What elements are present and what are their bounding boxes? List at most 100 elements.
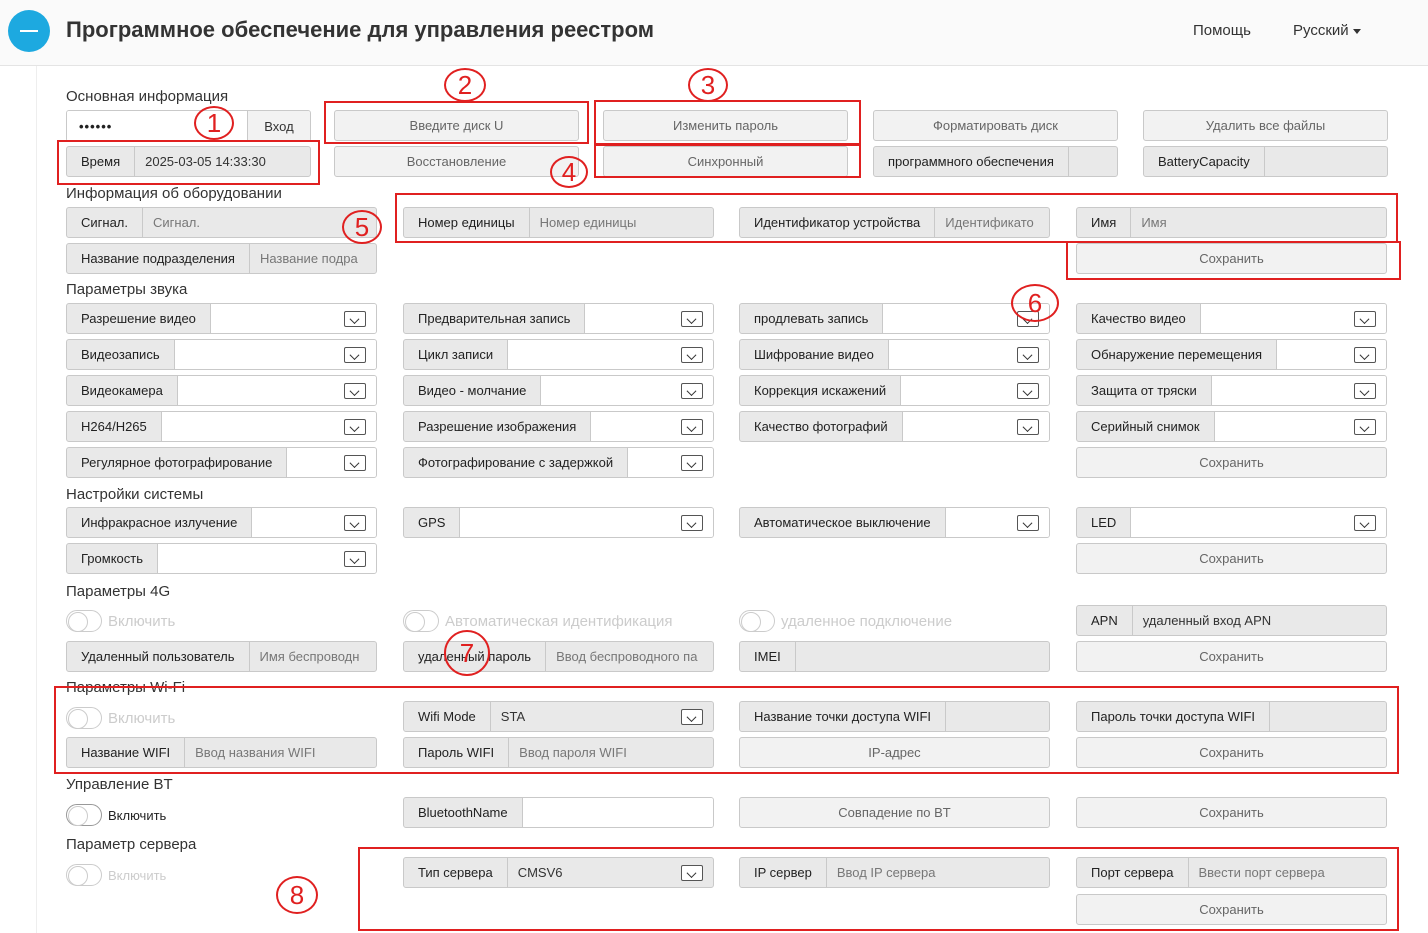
bt-enable-toggle[interactable]: Включить: [66, 803, 166, 827]
shake-select[interactable]: Защита от тряски: [1076, 375, 1387, 406]
chevron-down-icon[interactable]: [681, 383, 703, 399]
video-resolution-select[interactable]: Разрешение видео: [66, 303, 377, 334]
video-encryption-select[interactable]: Шифрование видео: [739, 339, 1050, 370]
wifi-enable-toggle[interactable]: Включить: [66, 706, 175, 730]
chevron-down-icon[interactable]: [681, 709, 703, 725]
ap-name-input[interactable]: [946, 702, 1049, 731]
chevron-down-icon[interactable]: [1017, 419, 1039, 435]
chevron-down-icon[interactable]: [1354, 311, 1376, 327]
change-password-button[interactable]: Изменить пароль: [603, 110, 848, 141]
server-enable-toggle[interactable]: Включить: [66, 863, 166, 887]
video-resolution-value[interactable]: [210, 304, 376, 333]
audio-save-button[interactable]: Сохранить: [1076, 447, 1387, 478]
auto-off-select[interactable]: Автоматическое выключение: [739, 507, 1050, 538]
gps-value[interactable]: [460, 508, 713, 537]
ip-address-button[interactable]: IP-адрес: [739, 737, 1050, 768]
wifi-save-button[interactable]: Сохранить: [1076, 737, 1387, 768]
remote-user-input[interactable]: Имя беспроводн: [250, 642, 376, 671]
4g-save-button[interactable]: Сохранить: [1076, 641, 1387, 672]
camera-select[interactable]: Видеокамера: [66, 375, 377, 406]
format-disk-button[interactable]: Форматировать диск: [873, 110, 1118, 141]
bt-save-button[interactable]: Сохранить: [1076, 797, 1387, 828]
pre-record-value[interactable]: [585, 304, 713, 333]
chevron-down-icon[interactable]: [344, 551, 366, 567]
motion-detect-select[interactable]: Обнаружение перемещения: [1076, 339, 1387, 370]
signal-input[interactable]: Сигнал.: [143, 208, 376, 237]
shake-value[interactable]: [1211, 376, 1386, 405]
language-dropdown[interactable]: Русский: [1293, 22, 1361, 39]
toggle-switch-icon[interactable]: [66, 707, 102, 729]
image-resolution-value[interactable]: [591, 412, 713, 441]
extend-record-select[interactable]: продлевать запись: [739, 303, 1050, 334]
led-select[interactable]: LED: [1076, 507, 1387, 538]
burst-value[interactable]: [1214, 412, 1386, 441]
photo-quality-value[interactable]: [902, 412, 1049, 441]
image-resolution-select[interactable]: Разрешение изображения: [403, 411, 714, 442]
unit-number-input[interactable]: Номер единицы: [530, 208, 713, 237]
chevron-down-icon[interactable]: [1354, 347, 1376, 363]
chevron-down-icon[interactable]: [681, 419, 703, 435]
system-save-button[interactable]: Сохранить: [1076, 543, 1387, 574]
video-record-select[interactable]: Видеозапись: [66, 339, 377, 370]
chevron-down-icon[interactable]: [1354, 515, 1376, 531]
infrared-select[interactable]: Инфракрасное излучение: [66, 507, 377, 538]
volume-value[interactable]: [158, 544, 376, 573]
server-ip-input[interactable]: Ввод IP сервера: [827, 858, 1049, 887]
record-cycle-select[interactable]: Цикл записи: [403, 339, 714, 370]
wifi-name-input[interactable]: Ввод названия WIFI: [185, 738, 376, 767]
division-input[interactable]: Название подра: [250, 244, 376, 273]
login-button[interactable]: Вход: [247, 111, 310, 141]
chevron-down-icon[interactable]: [344, 383, 366, 399]
bt-match-button[interactable]: Совпадение по BT: [739, 797, 1050, 828]
toggle-switch-icon[interactable]: [66, 804, 102, 826]
remote-password-input[interactable]: Ввод беспроводного па: [546, 642, 713, 671]
video-silent-select[interactable]: Видео - молчание: [403, 375, 714, 406]
pre-record-select[interactable]: Предварительная запись: [403, 303, 714, 334]
restore-button[interactable]: Восстановление: [334, 146, 579, 177]
ap-password-input[interactable]: [1270, 702, 1386, 731]
toggle-switch-icon[interactable]: [403, 610, 439, 632]
chevron-down-icon[interactable]: [681, 311, 703, 327]
led-value[interactable]: [1131, 508, 1386, 537]
gps-select[interactable]: GPS: [403, 507, 714, 538]
menu-toggle-icon[interactable]: [8, 10, 50, 52]
distortion-select[interactable]: Коррекция искажений: [739, 375, 1050, 406]
record-cycle-value[interactable]: [508, 340, 713, 369]
chevron-down-icon[interactable]: [1017, 383, 1039, 399]
delete-all-button[interactable]: Удалить все файлы: [1143, 110, 1388, 141]
chevron-down-icon[interactable]: [681, 347, 703, 363]
device-id-input[interactable]: Идентификато: [935, 208, 1049, 237]
toggle-switch-icon[interactable]: [66, 610, 102, 632]
chevron-down-icon[interactable]: [1354, 419, 1376, 435]
wifi-password-input[interactable]: Ввод пароля WIFI: [509, 738, 713, 767]
chevron-down-icon[interactable]: [344, 419, 366, 435]
chevron-down-icon[interactable]: [344, 455, 366, 471]
chevron-down-icon[interactable]: [1017, 347, 1039, 363]
delay-photo-select[interactable]: Фотографирование с задержкой: [403, 447, 714, 478]
server-save-button[interactable]: Сохранить: [1076, 894, 1387, 925]
server-type-value[interactable]: CMSV6: [508, 858, 713, 887]
photo-quality-select[interactable]: Качество фотографий: [739, 411, 1050, 442]
regular-photo-select[interactable]: Регулярное фотографирование: [66, 447, 377, 478]
server-type-select[interactable]: Тип сервера CMSV6: [403, 857, 714, 888]
equipment-save-button[interactable]: Сохранить: [1076, 243, 1387, 274]
video-silent-value[interactable]: [541, 376, 713, 405]
enter-disk-button[interactable]: Введите диск U: [334, 110, 579, 141]
chevron-down-icon[interactable]: [681, 865, 703, 881]
wifi-mode-select[interactable]: Wifi Mode STA: [403, 701, 714, 732]
chevron-down-icon[interactable]: [344, 311, 366, 327]
help-link[interactable]: Помощь: [1193, 22, 1251, 39]
bt-name-input[interactable]: [522, 798, 713, 827]
delay-photo-value[interactable]: [628, 448, 713, 477]
auto-id-toggle[interactable]: Автоматическая идентификация: [403, 609, 673, 633]
codec-value[interactable]: [161, 412, 376, 441]
chevron-down-icon[interactable]: [1017, 515, 1039, 531]
toggle-switch-icon[interactable]: [739, 610, 775, 632]
remote-connect-toggle[interactable]: удаленное подключение: [739, 609, 952, 633]
name-input[interactable]: Имя: [1131, 208, 1386, 237]
infrared-value[interactable]: [252, 508, 376, 537]
auto-off-value[interactable]: [945, 508, 1049, 537]
camera-value[interactable]: [177, 376, 376, 405]
chevron-down-icon[interactable]: [1354, 383, 1376, 399]
video-encryption-value[interactable]: [888, 340, 1049, 369]
